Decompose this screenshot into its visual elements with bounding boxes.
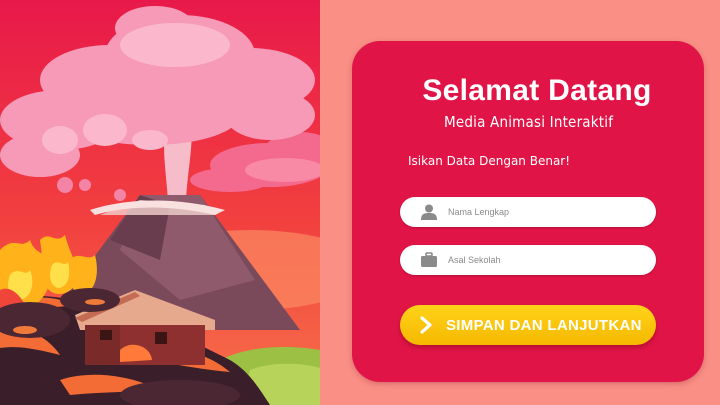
welcome-title: Selamat Datang: [422, 74, 652, 107]
login-card: Selamat Datang Media Animasi Interaktif …: [352, 41, 704, 382]
chevron-right-icon: [420, 316, 432, 334]
school-field[interactable]: [400, 245, 656, 275]
form-instruction: Isikan Data Dengan Benar!: [408, 154, 571, 168]
volcano-scene-image: [0, 0, 320, 405]
school-input[interactable]: [448, 245, 643, 275]
user-icon: [421, 204, 437, 220]
volcano-illustration: [0, 0, 320, 405]
briefcase-icon: [421, 252, 437, 267]
name-field[interactable]: [400, 197, 656, 227]
submit-label: SIMPAN DAN LANJUTKAN: [446, 317, 642, 334]
name-input[interactable]: [448, 197, 643, 227]
app-subtitle: Media Animasi Interaktif: [444, 113, 614, 131]
submit-button[interactable]: SIMPAN DAN LANJUTKAN: [400, 305, 656, 345]
